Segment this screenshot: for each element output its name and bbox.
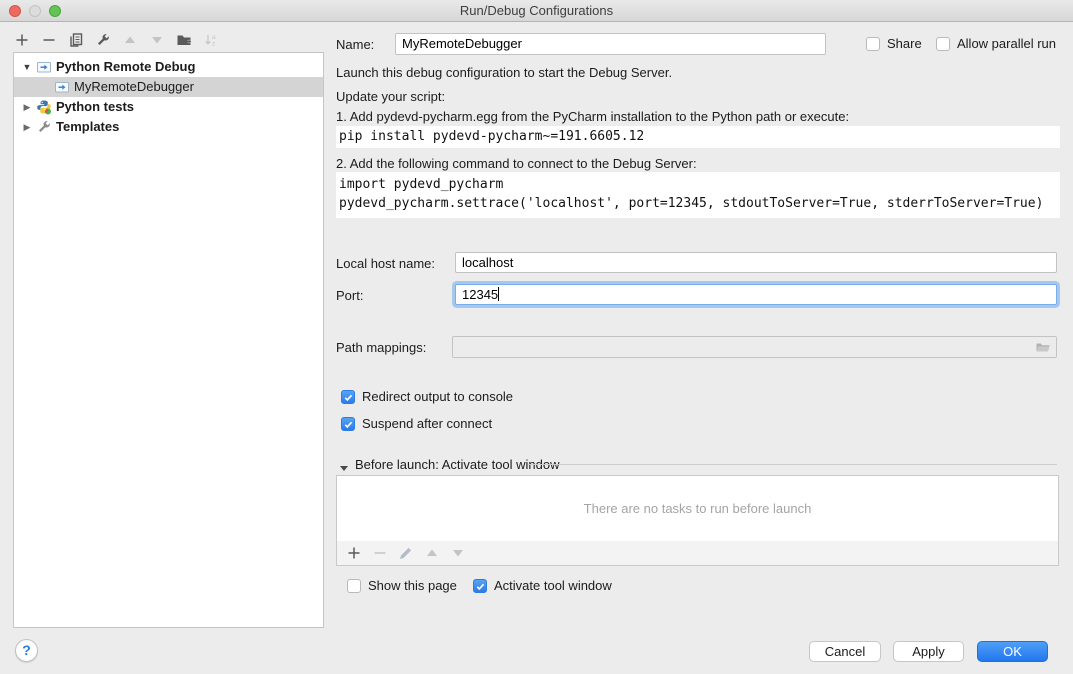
add-task-icon[interactable] xyxy=(346,545,362,561)
name-input[interactable]: MyRemoteDebugger xyxy=(395,33,826,55)
settrace-code-line-2: pydevd_pycharm.settrace('localhost', por… xyxy=(339,194,1060,213)
tree-item-label: Python Remote Debug xyxy=(56,57,195,77)
local-host-name-input[interactable]: localhost xyxy=(455,252,1057,273)
tree-item-myremotedebugger[interactable]: MyRemoteDebugger xyxy=(14,77,323,97)
move-task-up-icon xyxy=(424,545,440,561)
allow-parallel-run-label: Allow parallel run xyxy=(957,36,1056,52)
redirect-output-checkbox[interactable] xyxy=(341,390,355,404)
port-input[interactable]: 12345 xyxy=(455,284,1057,305)
browse-folder-icon[interactable] xyxy=(1035,339,1051,355)
new-folder-icon[interactable] xyxy=(176,32,192,48)
settrace-code-block: import pydevd_pycharm pydevd_pycharm.set… xyxy=(336,172,1060,218)
pip-install-code: pip install pydevd-pycharm~=191.6605.12 xyxy=(336,126,1060,148)
move-task-down-icon xyxy=(450,545,466,561)
tree-item-label: MyRemoteDebugger xyxy=(74,77,194,97)
allow-parallel-run-checkbox[interactable] xyxy=(936,37,950,51)
help-button[interactable]: ? xyxy=(15,639,38,662)
text-caret xyxy=(498,287,499,301)
path-mappings-input[interactable] xyxy=(452,336,1057,358)
tasks-toolbar xyxy=(336,541,1059,566)
step-2-text: 2. Add the following command to connect … xyxy=(336,156,697,172)
port-label: Port: xyxy=(336,288,363,304)
tree-item-label: Python tests xyxy=(56,97,134,117)
activate-tool-window-label: Activate tool window xyxy=(494,578,612,594)
expand-arrow-icon[interactable]: ▶ xyxy=(20,117,34,137)
before-launch-separator xyxy=(528,464,1057,465)
window-title: Run/Debug Configurations xyxy=(0,3,1073,18)
settrace-code-line-1: import pydevd_pycharm xyxy=(339,175,1060,194)
configurations-tree: ▼ Python Remote Debug MyRemoteDebugger ▶… xyxy=(13,52,324,628)
remote-debug-config-icon xyxy=(36,59,52,75)
tree-item-templates[interactable]: ▶ Templates xyxy=(14,117,323,137)
description-line-2: Update your script: xyxy=(336,89,445,105)
expand-arrow-icon[interactable]: ▶ xyxy=(20,97,34,117)
title-bar: Run/Debug Configurations xyxy=(0,0,1073,22)
share-checkbox[interactable] xyxy=(866,37,880,51)
no-tasks-message: There are no tasks to run before launch xyxy=(584,501,812,516)
python-tests-icon xyxy=(36,99,52,115)
tree-item-label: Templates xyxy=(56,117,119,137)
edit-templates-wrench-icon[interactable] xyxy=(95,32,111,48)
add-configuration-icon[interactable] xyxy=(14,32,30,48)
show-this-page-checkbox[interactable] xyxy=(347,579,361,593)
share-label: Share xyxy=(887,36,922,52)
collapse-arrow-icon[interactable]: ▼ xyxy=(20,57,34,77)
apply-button[interactable]: Apply xyxy=(893,641,964,662)
sort-configurations-icon: az xyxy=(203,32,219,48)
svg-text:z: z xyxy=(212,41,215,48)
suspend-after-connect-label: Suspend after connect xyxy=(362,416,492,432)
tree-item-python-remote-debug[interactable]: ▼ Python Remote Debug xyxy=(14,57,323,77)
remote-debug-config-icon xyxy=(54,79,70,95)
name-label: Name: xyxy=(336,37,374,53)
before-launch-collapse-icon[interactable] xyxy=(340,459,348,474)
before-launch-header: Before launch: Activate tool window xyxy=(355,457,560,473)
templates-wrench-icon xyxy=(36,119,52,135)
configurations-toolbar: az xyxy=(14,32,219,48)
redirect-output-label: Redirect output to console xyxy=(362,389,513,405)
cancel-button[interactable]: Cancel xyxy=(809,641,881,662)
move-down-icon xyxy=(149,32,165,48)
step-1-text: 1. Add pydevd-pycharm.egg from the PyCha… xyxy=(336,109,849,125)
local-host-name-label: Local host name: xyxy=(336,256,435,272)
run-debug-configurations-dialog: Run/Debug Configurations az ▼ Python Rem… xyxy=(0,0,1073,674)
remove-configuration-icon[interactable] xyxy=(41,32,57,48)
description-line-1: Launch this debug configuration to start… xyxy=(336,65,672,81)
suspend-after-connect-checkbox[interactable] xyxy=(341,417,355,431)
tree-item-python-tests[interactable]: ▶ Python tests xyxy=(14,97,323,117)
move-up-icon xyxy=(122,32,138,48)
activate-tool-window-checkbox[interactable] xyxy=(473,579,487,593)
edit-task-pencil-icon xyxy=(398,545,414,561)
before-launch-tasks-panel: There are no tasks to run before launch xyxy=(336,475,1059,542)
remove-task-icon xyxy=(372,545,388,561)
ok-button[interactable]: OK xyxy=(977,641,1048,662)
copy-configuration-icon[interactable] xyxy=(68,32,84,48)
show-this-page-label: Show this page xyxy=(368,578,457,594)
path-mappings-label: Path mappings: xyxy=(336,340,426,356)
